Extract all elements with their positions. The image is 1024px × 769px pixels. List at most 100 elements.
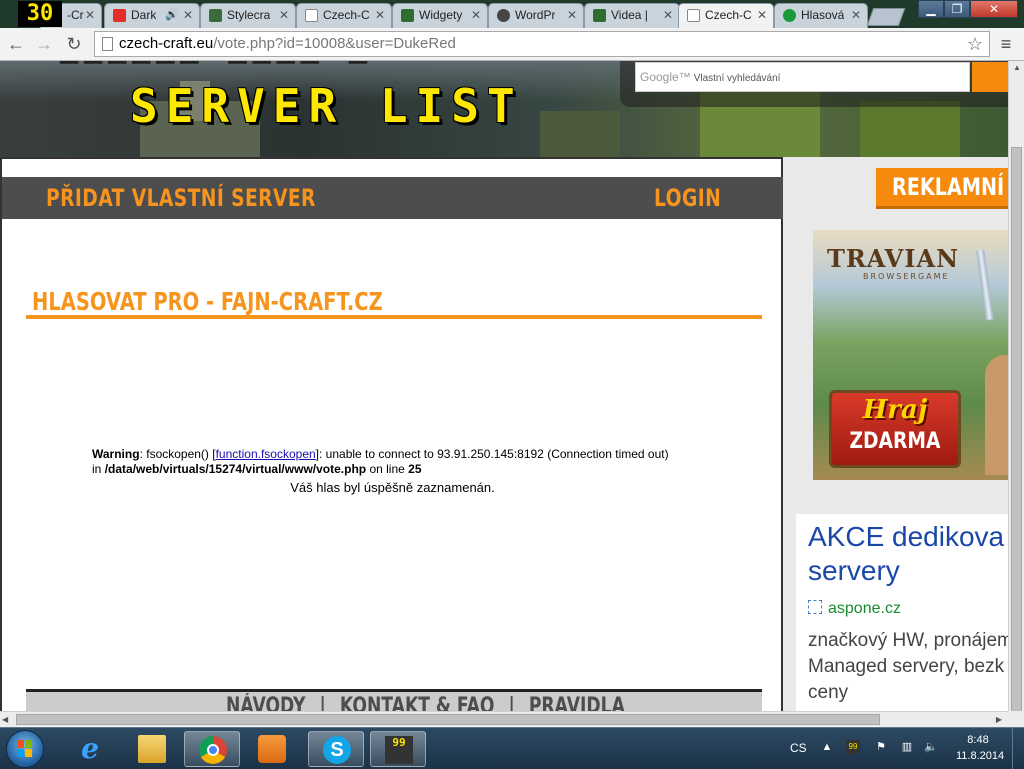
scroll-corner — [1008, 711, 1024, 727]
page-viewport: ▀▀▀▀▀▀ ▀▀▀▀ ▀ SERVER LIST Google™ Vlastní… — [0, 61, 1008, 711]
php-warning: Warning: fsockopen() [function.fsockopen… — [92, 447, 669, 476]
tab-title: WordPr — [515, 8, 556, 22]
fraps-tray-icon[interactable]: 99 — [846, 740, 860, 754]
vote-success-message: Váš hlas byl úspěšně zaznamenán. — [290, 480, 495, 495]
site-banner: ▀▀▀▀▀▀ ▀▀▀▀ ▀ SERVER LIST Google™ Vlastní… — [0, 61, 1008, 157]
search-placeholder: Vlastní vyhledávání — [693, 73, 781, 84]
tab-title: Stylecra — [227, 8, 271, 22]
tab-7[interactable]: Videa | ✕ — [584, 3, 680, 28]
tab-4[interactable]: Czech-C ✕ — [296, 3, 392, 28]
tray-expand-icon[interactable]: ▲ — [820, 740, 834, 754]
add-server-link[interactable]: PŘIDAT VLASTNÍ SERVER — [46, 177, 316, 219]
fsockopen-doc-link[interactable]: function.fsockopen — [216, 447, 316, 461]
clock-time: 8:48 — [967, 734, 989, 746]
forward-arrow-icon[interactable]: → — [32, 32, 56, 56]
vertical-scrollbar[interactable]: ▲ — [1008, 61, 1024, 739]
google-search-input[interactable]: Google™ Vlastní vyhledávání — [635, 62, 970, 92]
browser-toolbar: ← → ↻ czech-craft.eu/vote.php?id=10008&u… — [0, 28, 1024, 61]
tab-9[interactable]: Hlasová ✕ — [774, 3, 868, 28]
reload-icon[interactable]: ↻ — [62, 32, 86, 56]
top-nav: PŘIDAT VLASTNÍ SERVER LOGIN — [2, 177, 783, 219]
footer-separator: | — [319, 694, 326, 711]
taskbar-chrome[interactable] — [184, 731, 240, 767]
horizontal-scrollbar[interactable]: ◀ ▶ — [0, 711, 1008, 728]
close-icon[interactable]: ✕ — [567, 4, 577, 26]
tab-title: -Cr — [67, 8, 84, 22]
footer-separator: | — [508, 694, 515, 711]
network-icon[interactable]: ▥ — [900, 740, 914, 754]
chrome-icon — [199, 736, 227, 764]
tab-3[interactable]: Stylecra ✕ — [200, 3, 296, 28]
tab-2[interactable]: Dark 🔊 ✕ — [104, 3, 200, 28]
horizontal-scroll-thumb[interactable] — [16, 714, 880, 725]
scroll-left-icon[interactable]: ◀ — [2, 712, 8, 728]
action-center-flag-icon[interactable]: ⚑ — [874, 740, 888, 754]
skype-icon: S — [323, 736, 351, 764]
tab-6[interactable]: WordPr ✕ — [488, 3, 584, 28]
window-close-button[interactable]: ✕ — [970, 0, 1018, 18]
text-ad-host[interactable]: aspone.cz — [808, 600, 901, 618]
close-icon[interactable]: ✕ — [663, 4, 673, 26]
taskbar-media-player[interactable] — [244, 731, 300, 767]
fraps-icon: 99 — [385, 736, 413, 764]
taskbar-fraps[interactable]: 99 — [370, 731, 426, 767]
maximize-button[interactable]: ❐ — [944, 0, 970, 18]
media-player-icon — [258, 735, 286, 763]
footer-link-pravidla[interactable]: PRAVIDLA — [529, 694, 625, 711]
login-link[interactable]: LOGIN — [654, 177, 721, 219]
search-button[interactable] — [972, 62, 1008, 92]
back-arrow-icon[interactable]: ← — [4, 32, 28, 56]
bookmark-star-icon[interactable]: ☆ — [967, 32, 983, 56]
internet-explorer-icon: e — [81, 732, 99, 765]
close-icon[interactable]: ✕ — [757, 4, 767, 26]
clock-date: 11.8.2014 — [956, 750, 1005, 762]
close-icon[interactable]: ✕ — [851, 4, 861, 26]
sidebar: REKLAMNÍ P TRAVIAN BROWSERGAME Hraj ZDAR… — [783, 157, 1008, 711]
close-icon[interactable]: ✕ — [375, 4, 385, 26]
heading-rule — [26, 315, 762, 319]
tab-8-active[interactable]: Czech-C ✕ — [678, 3, 774, 28]
taskbar-file-explorer[interactable] — [124, 731, 180, 767]
tab-title: Dark — [131, 8, 157, 22]
travian-ad[interactable]: TRAVIAN BROWSERGAME Hraj ZDARMA — [813, 230, 1008, 480]
taskbar-skype[interactable]: S — [308, 731, 364, 767]
tab-strip: 30 -Cr ✕ Dark 🔊 ✕ Stylecra ✕ Czech-C ✕ W… — [0, 0, 1024, 28]
new-tab-button[interactable] — [866, 8, 906, 26]
travian-logo: TRAVIAN — [827, 244, 960, 273]
travian-subtitle: BROWSERGAME — [863, 272, 950, 281]
close-icon[interactable]: ✕ — [183, 4, 193, 26]
vertical-scroll-thumb[interactable] — [1011, 147, 1022, 739]
footer-link-kontakt[interactable]: KONTAKT & FAQ — [340, 694, 495, 711]
tab-title: Videa | — [611, 8, 648, 22]
green-shield-icon — [783, 9, 796, 22]
text-ad[interactable]: AKCE dedikova servery aspone.cz značkový … — [796, 514, 1008, 711]
language-indicator[interactable]: CS — [790, 728, 807, 768]
wp-widget-icon — [593, 9, 606, 22]
speaker-icon[interactable]: 🔊 — [165, 4, 179, 26]
tab-title: Czech-C — [323, 8, 370, 22]
tab-5[interactable]: Widgety ✕ — [392, 3, 488, 28]
scroll-right-icon[interactable]: ▶ — [996, 712, 1002, 728]
taskbar-clock[interactable]: 8:48 11.8.2014 — [956, 732, 1005, 764]
scroll-up-icon[interactable]: ▲ — [1009, 61, 1024, 75]
url-text[interactable]: czech-craft.eu/vote.php?id=10008&user=Du… — [119, 32, 456, 56]
chrome-menu-icon[interactable]: ≡ — [994, 32, 1018, 56]
fps-counter: 30 — [18, 1, 62, 27]
close-icon[interactable]: ✕ — [279, 4, 289, 26]
vote-heading: HLASOVAT PRO - FAJN-CRAFT.CZ — [32, 287, 383, 316]
start-button[interactable] — [6, 730, 44, 768]
volume-icon[interactable]: 🔈 — [924, 740, 938, 754]
footer-link-navody[interactable]: NÁVODY — [226, 694, 305, 711]
text-ad-title[interactable]: AKCE dedikova servery — [808, 520, 1008, 588]
address-bar[interactable]: czech-craft.eu/vote.php?id=10008&user=Du… — [94, 31, 990, 57]
stylecraft-icon — [209, 9, 222, 22]
minimize-button[interactable]: ▁ — [918, 0, 944, 18]
taskbar-internet-explorer[interactable]: e — [62, 731, 118, 767]
show-desktop-button[interactable] — [1012, 728, 1024, 769]
sword-icon — [976, 249, 994, 321]
play-free-button[interactable]: Hraj ZDARMA — [829, 390, 961, 468]
tab-title: Czech-C — [705, 8, 752, 22]
close-icon[interactable]: ✕ — [85, 4, 95, 26]
youtube-icon — [113, 9, 126, 22]
close-icon[interactable]: ✕ — [471, 4, 481, 26]
